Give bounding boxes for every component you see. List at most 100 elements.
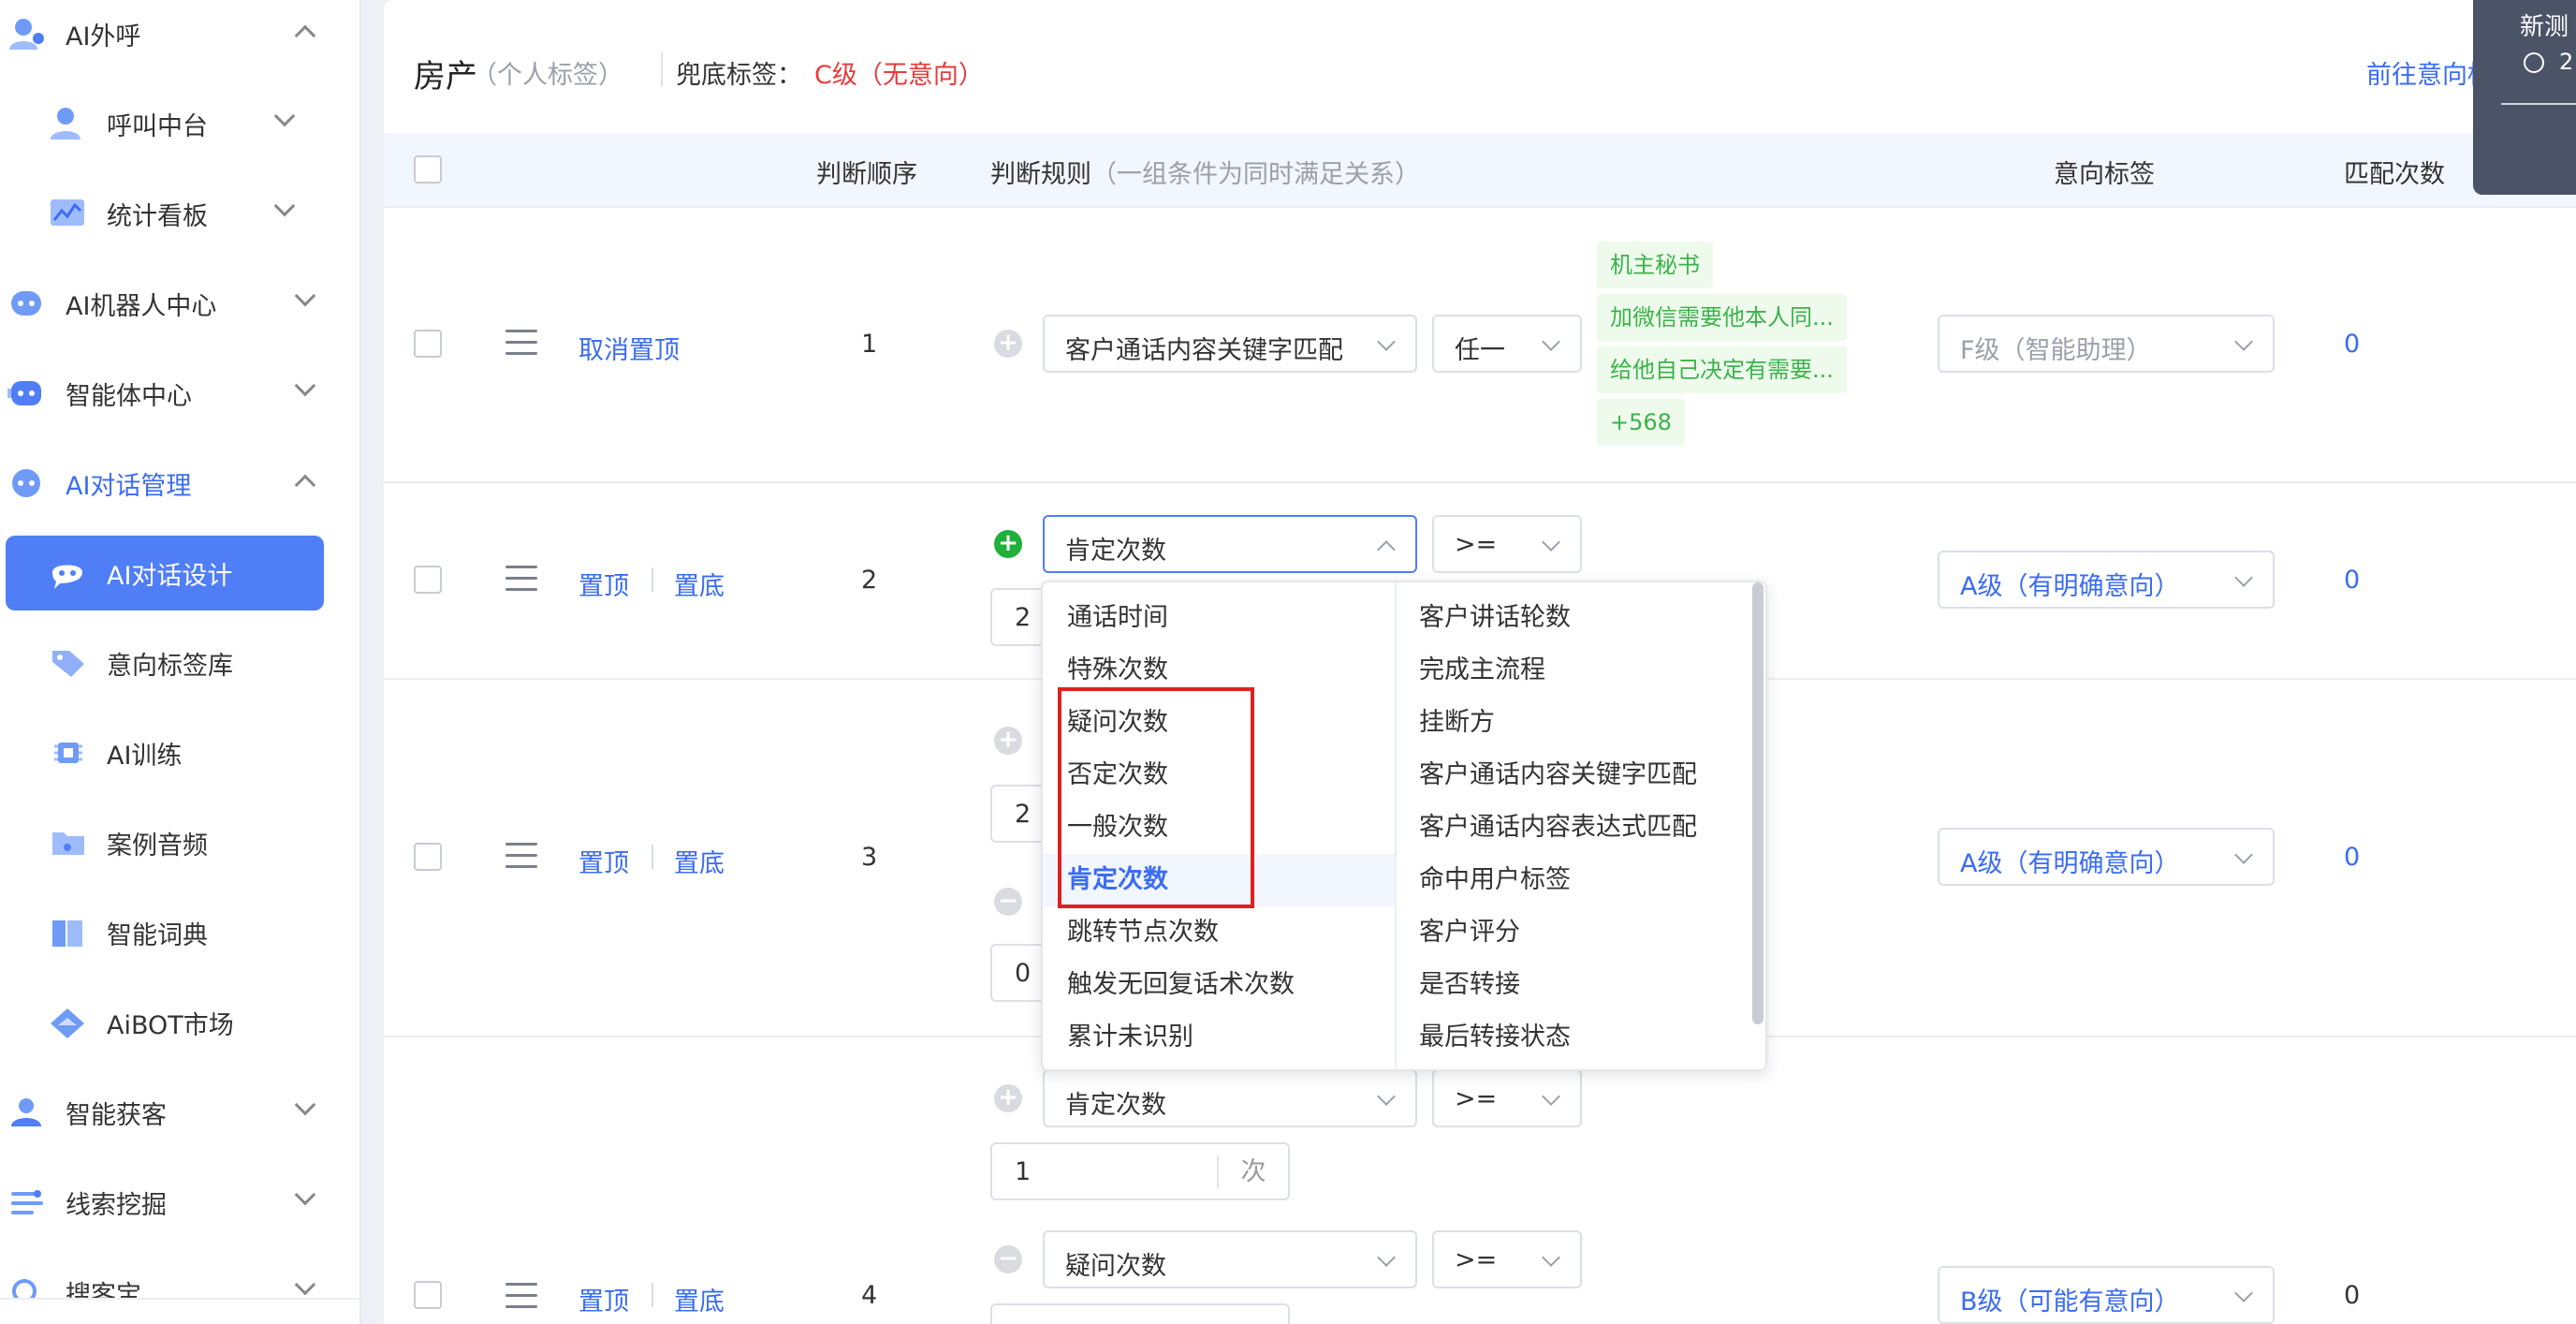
dropdown-option[interactable]: 命中用户标签: [1397, 854, 1752, 906]
keyword-more-tag[interactable]: +568: [1597, 399, 1685, 446]
select-value: 肯定次数: [1065, 1091, 1166, 1120]
dropdown-option[interactable]: 最后转接状态: [1397, 1011, 1752, 1064]
row-order: 3: [861, 843, 878, 872]
notification-title: 新测: [2520, 13, 2569, 41]
call-center-icon: [49, 106, 88, 141]
sidebar-item-aibot-market[interactable]: AiBOT市场: [0, 985, 359, 1060]
page-title: 房产: [414, 58, 477, 96]
condition-field-select[interactable]: 疑问次数: [1043, 1230, 1417, 1288]
divider: [651, 1283, 653, 1307]
chevron-up-icon: [294, 474, 316, 496]
condition-operator-select[interactable]: 任一: [1432, 315, 1582, 373]
chevron-down-icon: [294, 285, 316, 307]
sidebar-item-robot-center[interactable]: AI机器人中心: [0, 266, 359, 341]
sidebar-item-ai-training[interactable]: AI训练: [0, 715, 359, 790]
drag-handle-icon[interactable]: [505, 843, 537, 869]
sidebar-item-case-audio[interactable]: 案例音频: [0, 805, 359, 880]
select-value: B级（可能有意向）: [1960, 1287, 2180, 1317]
condition-value-input[interactable]: [990, 1303, 1290, 1324]
sidebar-item-stats-board[interactable]: 统计看板: [0, 176, 359, 251]
chevron-down-icon: [1377, 1248, 1396, 1267]
sidebar-footer: [0, 1298, 359, 1324]
sidebar-item-smart-acquire[interactable]: 智能获客: [0, 1075, 359, 1150]
match-count[interactable]: 0: [2344, 1281, 2360, 1310]
condition-operator-select[interactable]: >=: [1432, 515, 1582, 573]
notification-popup[interactable]: 新测 2: [2473, 0, 2576, 195]
robot-icon: [7, 286, 47, 321]
condition-field-select[interactable]: 肯定次数: [1043, 515, 1417, 573]
add-condition-icon[interactable]: +: [994, 330, 1022, 358]
pin-top-link[interactable]: 置顶: [578, 1281, 629, 1317]
pin-bottom-link[interactable]: 置底: [674, 1281, 724, 1317]
add-condition-icon[interactable]: +: [994, 727, 1022, 755]
pin-bottom-link[interactable]: 置底: [674, 843, 724, 879]
dropdown-option[interactable]: 客户评分: [1397, 906, 1752, 959]
chevron-down-icon: [1542, 533, 1560, 552]
divider: [661, 52, 663, 86]
select-value: >=: [1455, 1084, 1498, 1113]
sidebar-item-call-center[interactable]: 呼叫中台: [0, 86, 359, 161]
dropdown-option[interactable]: 客户通话内容关键字匹配: [1397, 749, 1752, 802]
dropdown-option[interactable]: 触发无回复话术次数: [1043, 959, 1395, 1011]
chip-icon: [49, 735, 88, 771]
sidebar-item-intent-tags[interactable]: 意向标签库: [0, 625, 359, 700]
select-value: 疑问次数: [1065, 1252, 1166, 1281]
sidebar-item-label: AiBOT市场: [107, 1010, 234, 1040]
add-condition-icon[interactable]: +: [994, 530, 1022, 558]
row-checkbox[interactable]: [414, 330, 442, 358]
pin-bottom-link[interactable]: 置底: [674, 566, 724, 602]
sidebar-item-label: 智能体中心: [66, 381, 192, 411]
drag-handle-icon[interactable]: [505, 330, 537, 356]
intent-tag-select[interactable]: B级（可能有意向）: [1938, 1266, 2275, 1324]
condition-operator-select[interactable]: >=: [1432, 1230, 1582, 1288]
drag-handle-icon[interactable]: [505, 1283, 537, 1309]
add-condition-icon[interactable]: +: [994, 1084, 1022, 1112]
chevron-down-icon: [294, 1184, 316, 1206]
match-count[interactable]: 0: [2344, 330, 2360, 359]
condition-operator-select[interactable]: >=: [1432, 1069, 1582, 1127]
select-all-checkbox[interactable]: [414, 155, 442, 184]
unpin-top-link[interactable]: 取消置顶: [578, 330, 680, 366]
dropdown-scrollbar[interactable]: [1752, 582, 1764, 1024]
sidebar-item-dictionary[interactable]: 智能词典: [0, 895, 359, 970]
row-checkbox[interactable]: [414, 1281, 442, 1309]
fallback-label: 兜底标签：: [676, 61, 802, 90]
condition-value-input[interactable]: 1 次: [990, 1142, 1290, 1200]
sidebar-item-agent-center[interactable]: 智能体中心: [0, 356, 359, 431]
condition-field-select[interactable]: 肯定次数: [1043, 1069, 1417, 1127]
intent-tag-select[interactable]: A级（有明确意向）: [1938, 551, 2275, 609]
dropdown-option[interactable]: 跳转节点次数: [1043, 906, 1395, 959]
dropdown-option[interactable]: 挂断方: [1397, 697, 1752, 749]
col-tag: 意向标签: [2054, 160, 2155, 189]
dropdown-option[interactable]: 完成主流程: [1397, 644, 1752, 697]
highlight-box: [1058, 687, 1254, 908]
remove-condition-icon[interactable]: −: [994, 1245, 1022, 1273]
dropdown-option[interactable]: 通话时间: [1043, 592, 1395, 644]
page-title-sub: （个人标签）: [472, 61, 623, 90]
chevron-down-icon: [1542, 1248, 1560, 1267]
intent-tag-select[interactable]: A级（有明确意向）: [1938, 828, 2275, 886]
sidebar-item-dialog-manage[interactable]: AI对话管理: [0, 446, 359, 521]
sidebar-item-dialog-design[interactable]: AI对话设计: [6, 536, 324, 611]
dropdown-option[interactable]: 累计未识别: [1043, 1011, 1395, 1064]
divider: [2501, 103, 2576, 105]
chevron-down-icon: [1377, 332, 1396, 351]
row-checkbox[interactable]: [414, 566, 442, 594]
condition-field-select[interactable]: 客户通话内容关键字匹配: [1043, 315, 1417, 373]
sidebar-item-clue-mining[interactable]: 线索挖掘: [0, 1165, 359, 1240]
match-count[interactable]: 0: [2344, 566, 2360, 595]
sidebar-item-ai-outbound[interactable]: AI外呼: [0, 0, 359, 71]
row-order: 1: [861, 330, 878, 359]
intent-tag-select[interactable]: F级（智能助理）: [1938, 315, 2275, 373]
remove-condition-icon[interactable]: −: [994, 888, 1022, 916]
match-count[interactable]: 0: [2344, 843, 2360, 872]
row-checkbox[interactable]: [414, 843, 442, 871]
pin-top-link[interactable]: 置顶: [578, 843, 629, 879]
dropdown-option[interactable]: 客户讲话轮数: [1397, 592, 1752, 644]
dropdown-option[interactable]: 客户通话内容表达式匹配: [1397, 802, 1752, 854]
input-value: 0: [1015, 959, 1032, 988]
dropdown-option[interactable]: 是否转接: [1397, 959, 1752, 1011]
pin-top-link[interactable]: 置顶: [578, 566, 629, 602]
drag-handle-icon[interactable]: [505, 566, 537, 592]
table-header: 判断顺序 判断规则 （一组条件为同时满足关系） 意向标签 匹配次数: [384, 133, 2576, 208]
